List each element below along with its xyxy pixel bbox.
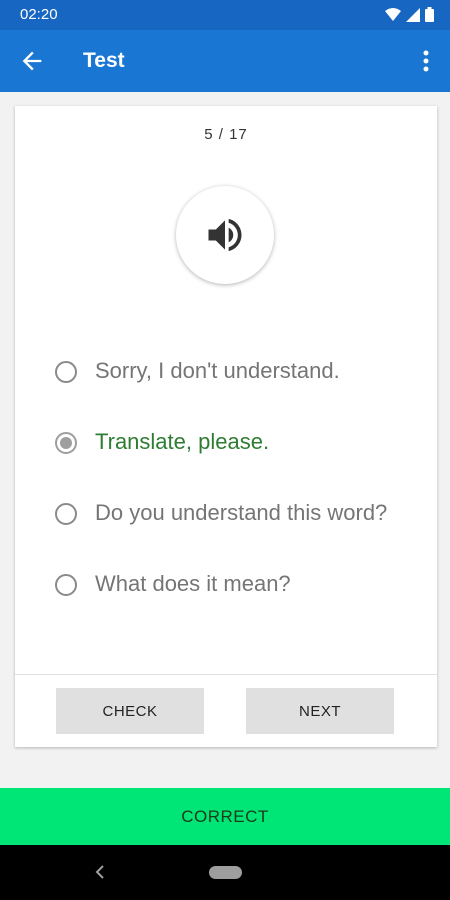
quiz-card: 5 / 17 Sorry, I don't understand. Transl…	[15, 106, 437, 747]
play-audio-button[interactable]	[176, 186, 274, 284]
more-vertical-icon	[423, 50, 429, 72]
status-time: 02:20	[20, 6, 58, 23]
arrow-back-icon	[22, 51, 42, 71]
nav-back-icon[interactable]	[92, 863, 108, 881]
answer-label: Do you understand this word?	[95, 500, 388, 525]
answer-option[interactable]: Translate, please.	[55, 424, 425, 495]
app-bar: Test	[0, 30, 450, 92]
battery-icon	[425, 7, 434, 22]
page-title: Test	[83, 49, 125, 72]
progress-counter: 5 / 17	[204, 126, 248, 143]
home-pill-button[interactable]	[209, 866, 242, 879]
status-bar: 02:20	[0, 0, 450, 30]
next-button[interactable]: NEXT	[246, 688, 394, 734]
divider	[15, 674, 437, 675]
answer-option[interactable]: Do you understand this word?	[55, 495, 425, 566]
status-icons	[385, 7, 434, 22]
overflow-menu-button[interactable]	[416, 47, 436, 75]
signal-icon	[406, 7, 420, 22]
wifi-icon	[385, 7, 401, 21]
result-banner: CORRECT	[0, 788, 450, 845]
system-nav-bar	[0, 845, 450, 900]
radio-button[interactable]	[55, 574, 77, 596]
radio-button-selected[interactable]	[55, 432, 77, 454]
speaker-icon	[208, 218, 242, 252]
answer-options: Sorry, I don't understand. Translate, pl…	[55, 353, 425, 637]
answer-option[interactable]: What does it mean?	[55, 566, 425, 637]
back-button[interactable]	[18, 47, 46, 75]
answer-option[interactable]: Sorry, I don't understand.	[55, 353, 425, 424]
radio-button[interactable]	[55, 361, 77, 383]
check-button[interactable]: CHECK	[56, 688, 204, 734]
answer-label: Translate, please.	[95, 429, 270, 454]
answer-label: Sorry, I don't understand.	[95, 358, 340, 383]
answer-label: What does it mean?	[95, 571, 291, 596]
radio-button[interactable]	[55, 503, 77, 525]
